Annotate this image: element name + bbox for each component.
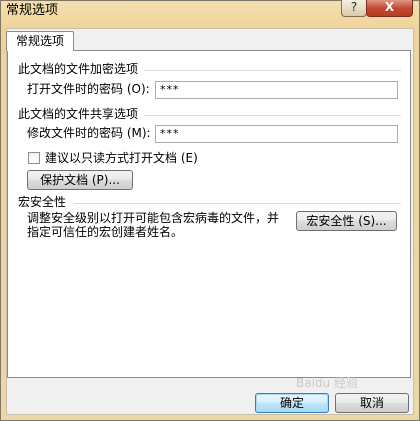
window-title: 常规选项 (6, 3, 59, 18)
protect-document-button[interactable]: 保护文档 (P)... (27, 170, 133, 190)
macro-description: 调整安全级别以打开可能包含宏病毒的文件，并指定可信任的宏创建者姓名。 (27, 211, 280, 239)
open-password-field[interactable]: *** (155, 81, 398, 99)
open-password-label: 打开文件时的密码 (O): (27, 82, 150, 96)
modify-password-field[interactable]: *** (155, 125, 398, 143)
title-bar: 常规选项 ? X (0, 0, 420, 24)
cancel-button[interactable]: 取消 (335, 393, 409, 413)
close-button[interactable]: X (366, 0, 413, 17)
modify-password-label: 修改文件时的密码 (M): (27, 126, 151, 140)
macro-section-title: 宏安全性 (18, 195, 67, 209)
sharing-divider (144, 115, 401, 116)
readonly-recommend-checkbox[interactable] (28, 152, 40, 164)
help-button[interactable]: ? (341, 0, 367, 17)
encryption-section-title: 此文档的文件加密选项 (18, 62, 139, 76)
macro-divider (74, 203, 401, 204)
watermark: Baidu 经验 (296, 376, 358, 390)
close-icon: X (384, 0, 395, 14)
macro-security-button[interactable]: 宏安全性 (S)... (296, 211, 397, 231)
ok-button[interactable]: 确定 (255, 393, 329, 413)
sharing-section-title: 此文档的文件共享选项 (18, 107, 139, 121)
tab-general-options[interactable]: 常规选项 (6, 31, 74, 51)
encryption-divider (144, 70, 401, 71)
readonly-recommend-label[interactable]: 建议以只读方式打开文档 (E) (45, 151, 198, 165)
